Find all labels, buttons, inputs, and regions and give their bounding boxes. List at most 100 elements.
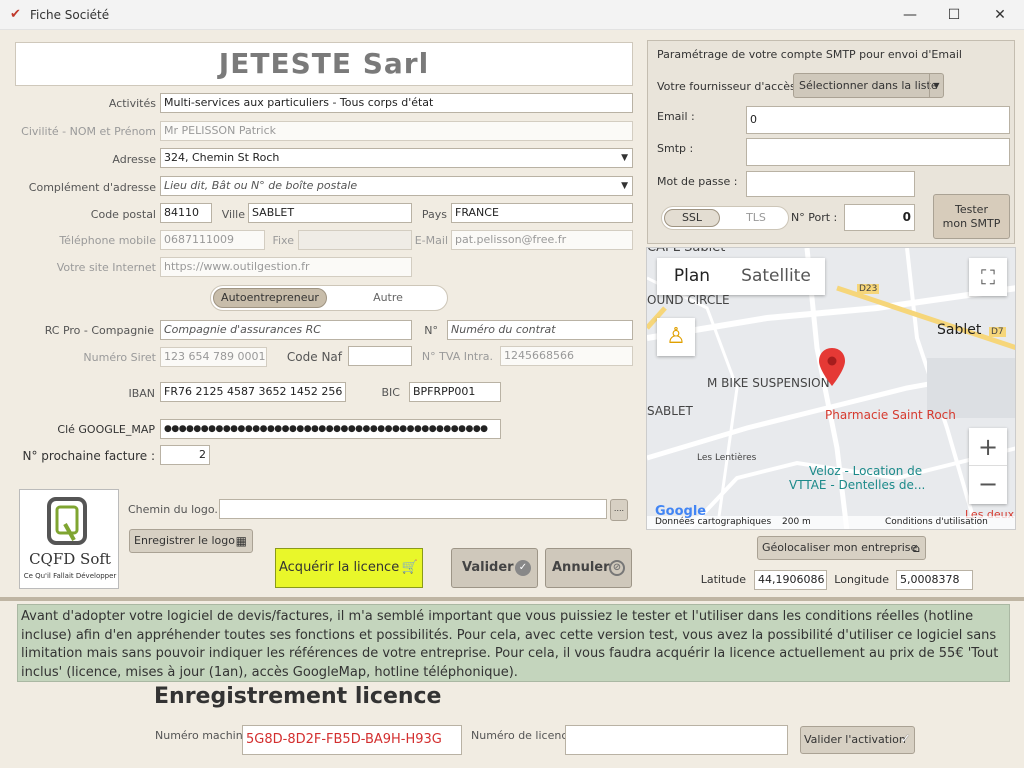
smtp-email-field[interactable]: 0 [746, 106, 1010, 134]
ville-field[interactable]: SABLET [248, 203, 412, 223]
map-road-d23: D23 [857, 284, 880, 294]
activites-field[interactable]: Multi-services aux particuliers - Tous c… [160, 93, 633, 113]
logo-tagline: Ce Qu'il Fallait Développer [23, 572, 117, 580]
status-autre[interactable]: Autre [331, 288, 445, 308]
chevron-down-icon[interactable]: ▼ [929, 74, 943, 97]
port-field[interactable]: 0 [844, 204, 915, 231]
port-label: N° Port : [791, 211, 838, 224]
fixe-field[interactable] [298, 230, 412, 250]
street-view-icon[interactable]: ♙ [657, 318, 695, 356]
company-logo: CQFD Soft Ce Qu'il Fallait Développer [19, 489, 119, 589]
mobile-label: Téléphone mobile [59, 234, 156, 247]
calendar-icon: ▦ [235, 534, 247, 548]
map-tab-satellite[interactable]: Satellite [727, 258, 825, 295]
valider-button[interactable]: Valider ✓ [451, 548, 538, 588]
complement-field[interactable]: Lieu dit, Bât ou N° de boîte postale ▼ [160, 176, 633, 196]
cp-label: Code postal [90, 208, 156, 221]
smtp-title: Paramétrage de votre compte SMTP pour en… [657, 48, 962, 61]
iban-field[interactable]: FR76 2125 4587 3652 1452 256 [160, 382, 346, 402]
tls-option[interactable]: TLS [728, 209, 784, 227]
provider-select[interactable]: Sélectionner dans la liste ▼ [793, 73, 944, 98]
tva-label: N° TVA Intra. [421, 350, 493, 363]
civilite-label: Civilité - NOM et Prénom [21, 125, 156, 138]
licence-number-field[interactable] [565, 725, 788, 755]
close-button[interactable]: ✕ [980, 4, 1020, 26]
smtp-panel: Paramétrage de votre compte SMTP pour en… [647, 40, 1015, 244]
validate-activation-label: Valider l'activation [804, 733, 906, 746]
fixe-label: Fixe [272, 234, 294, 247]
cp-field[interactable]: 84110 [160, 203, 212, 223]
test-smtp-button[interactable]: Tester mon SMTP [933, 194, 1010, 239]
mobile-field[interactable]: 0687111009 [160, 230, 265, 250]
bic-field[interactable]: BPFRPP001 [409, 382, 501, 402]
map-scale: 200 m [782, 517, 811, 527]
map-place-capl: CAPL Sablet [647, 247, 726, 255]
smtp-password-field[interactable] [746, 171, 915, 197]
status-toggle[interactable]: Autoentrepreneur Autre [210, 285, 448, 311]
numero-field[interactable]: Numéro du contrat [447, 320, 633, 340]
minimize-button[interactable]: — [890, 4, 930, 26]
smtp-password-label: Mot de passe : [657, 175, 738, 188]
rcpro-label: RC Pro - Compagnie [44, 324, 154, 337]
latitude-label: Latitude [700, 573, 746, 586]
google-map-key-field[interactable]: ●●●●●●●●●●●●●●●●●●●●●●●●●●●●●●●●●●●●●●●●… [160, 419, 501, 439]
zoom-control[interactable]: + − [969, 428, 1007, 504]
activites-label: Activités [108, 97, 156, 110]
longitude-label: Longitude [834, 573, 889, 586]
company-name[interactable]: JETESTE Sarl [15, 42, 633, 86]
fullscreen-icon[interactable]: ⛶ [969, 258, 1007, 296]
map-data-credit: Données cartographiques [655, 517, 772, 527]
status-autoentrepreneur[interactable]: Autoentrepreneur [213, 288, 327, 308]
annuler-label: Annuler [552, 560, 610, 575]
machine-number-label: Numéro machine [155, 729, 250, 742]
map-type-tabs[interactable]: Plan Satellite [657, 258, 825, 295]
acquire-licence-label: Acquérir la licence [279, 560, 400, 575]
smtp-server-field[interactable] [746, 138, 1010, 166]
rcpro-field[interactable]: Compagnie d'assurances RC [160, 320, 412, 340]
site-label: Votre site Internet [56, 261, 156, 274]
geolocate-button[interactable]: Géolocaliser mon entreprise ⌂ [757, 536, 926, 560]
longitude-field[interactable]: 5,0008378 [896, 570, 973, 590]
pays-label: Pays [421, 208, 447, 221]
map-road-d7: D7 [989, 327, 1006, 337]
map-view[interactable]: Plan Satellite ⛶ ♙ CAPL Sablet OUND CIRC… [646, 247, 1016, 530]
machine-number-field[interactable]: 5G8D-8D2F-FB5D-BA9H-H93G [242, 725, 462, 755]
acquire-licence-button[interactable]: Acquérir la licence 🛒 [275, 548, 423, 588]
adresse-value: 324, Chemin St Roch [164, 151, 280, 164]
site-field[interactable]: https://www.outilgestion.fr [160, 257, 412, 277]
title-bar: ✔ Fiche Société — ☐ ✕ [0, 0, 1024, 30]
civilite-field[interactable]: Mr PELISSON Patrick [160, 121, 633, 141]
siret-field[interactable]: 123 654 789 00012 [160, 347, 267, 367]
map-tab-plan[interactable]: Plan [657, 258, 727, 295]
complement-label: Complément d'adresse [28, 181, 156, 194]
ssl-option[interactable]: SSL [664, 209, 720, 227]
browse-button[interactable]: .... [610, 499, 628, 521]
map-marker-icon[interactable] [819, 348, 845, 386]
save-logo-button[interactable]: Enregistrer le logo ▦ [129, 529, 253, 553]
pays-field[interactable]: FRANCE [451, 203, 633, 223]
map-terms[interactable]: Conditions d'utilisation [885, 517, 988, 527]
naf-field[interactable] [348, 346, 412, 366]
chevron-down-icon[interactable]: ▼ [621, 177, 628, 195]
email-field[interactable]: pat.pelisson@free.fr [451, 230, 633, 250]
latitude-field[interactable]: 44,1906086 [754, 570, 827, 590]
annuler-button[interactable]: Annuler ⊘ [545, 548, 632, 588]
save-logo-label: Enregistrer le logo [134, 534, 235, 547]
email-label: E-Mail [414, 234, 448, 247]
validate-activation-button[interactable]: Valider l'activation ✓ [800, 726, 915, 754]
siret-label: Numéro Siret [83, 351, 156, 364]
tva-field[interactable]: 1245668566 [500, 346, 633, 366]
adresse-field[interactable]: 324, Chemin St Roch ▼ [160, 148, 633, 168]
provider-label: Votre fournisseur d'accès [657, 80, 796, 93]
app-icon: ✔ [10, 7, 21, 22]
chevron-down-icon[interactable]: ▼ [621, 149, 628, 167]
smtp-server-label: Smtp : [657, 142, 694, 155]
logo-path-field[interactable] [219, 499, 607, 519]
ssl-tls-toggle[interactable]: SSL TLS [661, 206, 789, 230]
facture-field[interactable]: 2 [160, 445, 210, 465]
zoom-in-button[interactable]: + [969, 428, 1007, 466]
zoom-out-button[interactable]: − [969, 466, 1007, 504]
valider-label: Valider [462, 560, 514, 575]
maximize-button[interactable]: ☐ [934, 4, 974, 26]
ville-label: Ville [221, 208, 245, 221]
